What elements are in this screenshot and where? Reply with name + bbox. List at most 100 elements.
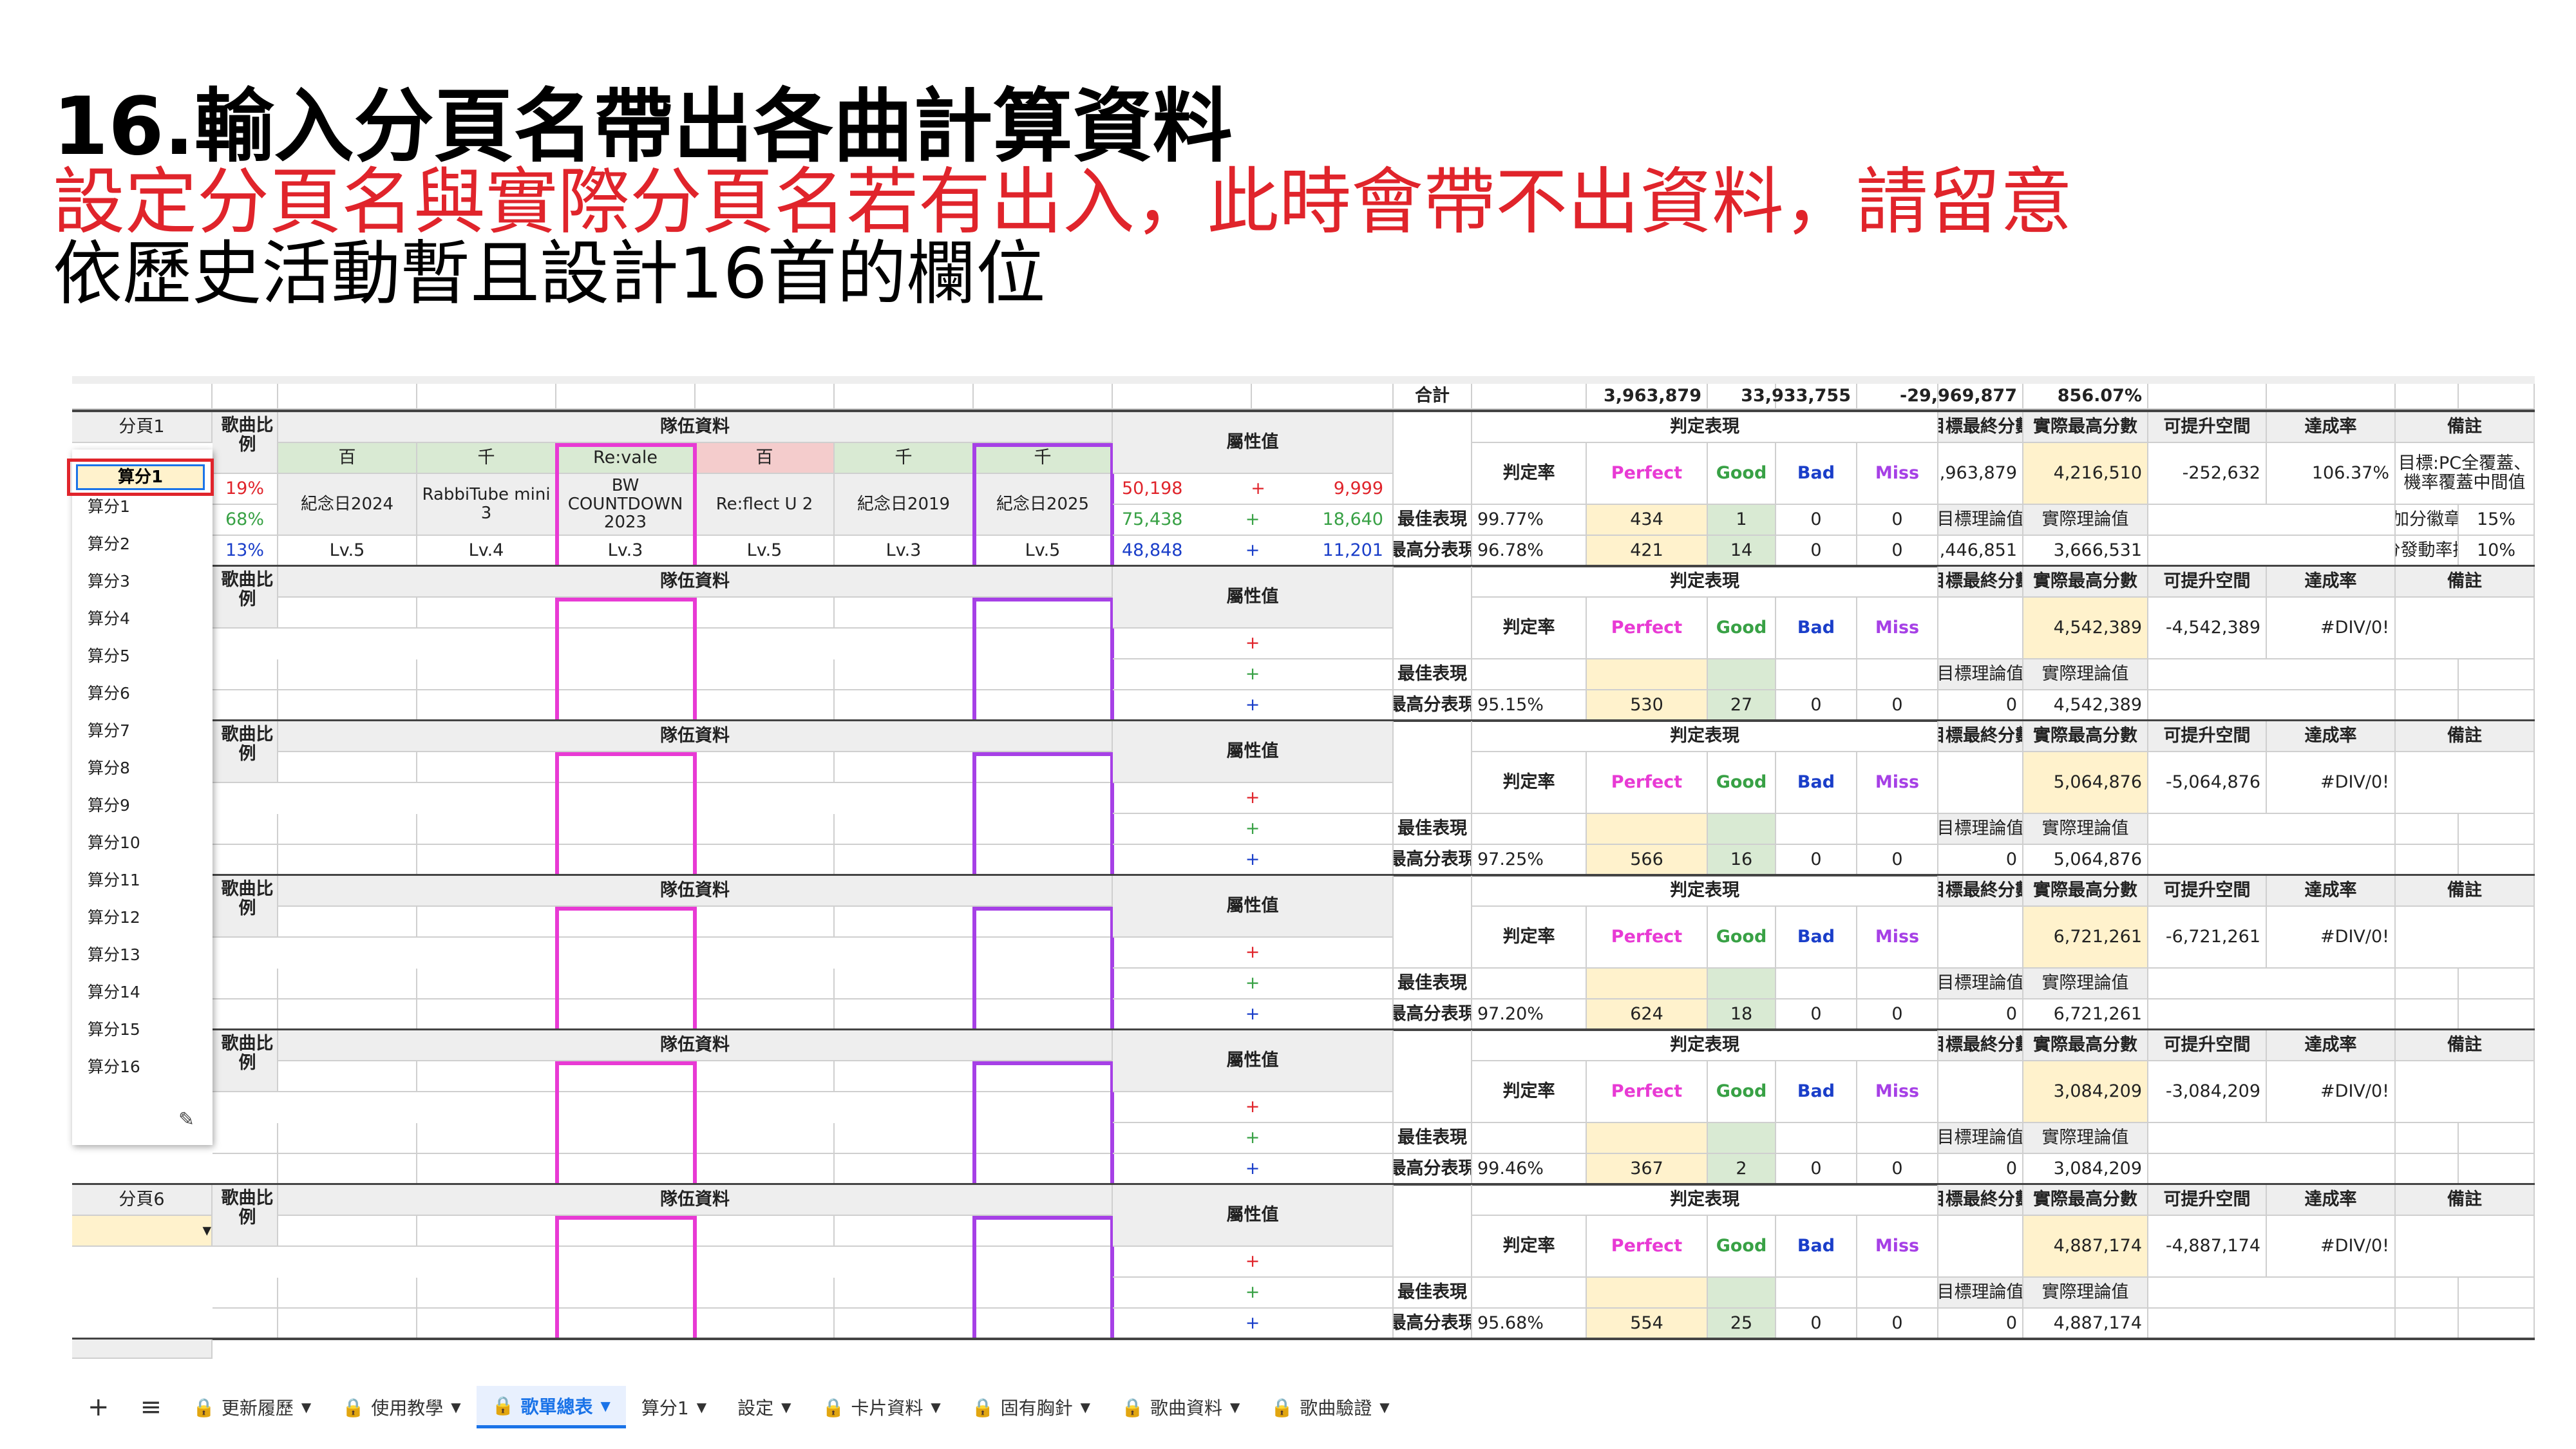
dropdown-item[interactable]: 算分6 <box>72 674 213 711</box>
ratio-cell <box>213 814 278 845</box>
achieve-header: 達成率 <box>2267 412 2396 443</box>
card-type-3: 百 <box>696 443 835 474</box>
dropdown-item[interactable]: 算分2 <box>72 524 213 562</box>
selected-sheet-cell[interactable]: 算分1 <box>67 459 214 496</box>
team-slot <box>835 907 974 938</box>
team-slot <box>696 907 835 938</box>
chevron-down-icon[interactable]: ▼ <box>781 1399 791 1415</box>
empty-cell <box>2459 1123 2535 1154</box>
dropdown-item[interactable]: 算分14 <box>72 972 213 1010</box>
sheet-tab-1[interactable]: 🔒 使用教學 ▼ <box>327 1386 476 1428</box>
target-final-header: 目標最終分數 <box>1938 412 2023 443</box>
selected-sheet-value[interactable]: 算分1 <box>76 464 205 490</box>
empty-cell <box>2148 814 2396 845</box>
dropdown-item[interactable]: 算分10 <box>72 823 213 860</box>
dropdown-item[interactable]: 算分16 <box>72 1047 213 1084</box>
dropdown-item[interactable]: 算分8 <box>72 748 213 786</box>
judge-col-4: Miss <box>1857 1061 1938 1123</box>
improve-header: 可提升空間 <box>2148 567 2267 598</box>
ratio-cell <box>213 845 278 876</box>
memo-header: 備註 <box>2396 1185 2535 1216</box>
target-theory-label: 目標理論值 <box>1938 659 2023 690</box>
sheet-tab-4[interactable]: 設定 ▼ <box>722 1386 806 1428</box>
chevron-down-icon[interactable]: ▼ <box>697 1399 706 1415</box>
judge-col-4: Miss <box>1857 907 1938 969</box>
dropdown-item[interactable]: 算分9 <box>72 786 213 823</box>
dropdown-item[interactable]: 算分7 <box>72 711 213 748</box>
actual-theory-value: 3,084,209 <box>2023 1154 2148 1185</box>
page-select-cell[interactable]: ▾ <box>72 1216 213 1247</box>
sheet-tab-2[interactable]: 🔒 歌單總表 ▼ <box>476 1386 626 1428</box>
best-perf-label: 最佳表現 <box>1394 505 1472 536</box>
chevron-down-icon[interactable]: ▼ <box>1230 1399 1240 1415</box>
chevron-down-icon[interactable]: ▼ <box>600 1398 610 1414</box>
actual-max-header: 實際最高分數 <box>2023 412 2148 443</box>
song-ratio-label: 歌曲比例 <box>213 876 278 938</box>
team-slot <box>278 752 417 783</box>
maxp-4: 0 <box>1857 1309 1938 1340</box>
sheet-tab-5[interactable]: 🔒 卡片資料 ▼ <box>807 1386 956 1428</box>
achieve-value: #DIV/0! <box>2267 752 2396 814</box>
team-slot <box>974 690 1113 721</box>
sheet-tab-3[interactable]: 算分1 ▼ <box>626 1386 722 1428</box>
chevron-down-icon[interactable]: ▼ <box>931 1399 940 1415</box>
chevron-down-icon[interactable]: ▼ <box>301 1399 311 1415</box>
judge-col-2: Good <box>1708 443 1776 505</box>
dropdown-item[interactable]: 算分5 <box>72 636 213 674</box>
chevron-down-icon[interactable]: ▼ <box>451 1399 460 1415</box>
total-value-1: 3,963,879 <box>1472 384 1708 410</box>
sheet-tab-0[interactable]: 🔒 更新履歷 ▼ <box>177 1386 327 1428</box>
attr-header: 屬性值 <box>1113 876 1394 938</box>
spreadsheet-grid[interactable]: 合計 3,963,879 33,933,755 -29,969,877 856.07% 分… <box>72 376 2535 1368</box>
improve-value: -252,632 <box>2148 443 2267 505</box>
judge-col-3: Bad <box>1776 443 1857 505</box>
empty-cell <box>2459 384 2535 410</box>
highlight-border <box>555 598 559 721</box>
dropdown-item[interactable]: 算分12 <box>72 898 213 935</box>
team-slot <box>278 1309 417 1340</box>
highlight-border <box>974 1216 1113 1220</box>
judge-perf-header: 判定表現 <box>1472 567 1938 598</box>
ratio-cell <box>213 999 278 1030</box>
achieve-header: 達成率 <box>2267 1185 2396 1216</box>
maxp-2: 27 <box>1708 690 1776 721</box>
chevron-down-icon[interactable]: ▼ <box>1081 1399 1090 1415</box>
maxp-4: 0 <box>1857 536 1938 567</box>
empty-cell <box>2148 536 2396 567</box>
best-perf-label: 最佳表現 <box>1394 969 1472 999</box>
empty-cell <box>2396 1123 2459 1154</box>
dropdown-item[interactable]: 算分11 <box>72 860 213 898</box>
actual-max-header: 實際最高分數 <box>2023 1030 2148 1061</box>
team-slot <box>417 1154 556 1185</box>
add-sheet-icon[interactable]: + <box>72 1386 125 1428</box>
attr-row: + <box>1113 783 1394 814</box>
target-theory-label: 目標理論值 <box>1938 814 2023 845</box>
actual-theory-label: 實際理論值 <box>2023 1123 2148 1154</box>
chevron-down-icon[interactable]: ▼ <box>1379 1399 1389 1415</box>
attr-row: + <box>1113 1092 1394 1123</box>
highlight-border <box>972 598 976 721</box>
team-slot <box>417 1278 556 1309</box>
actual-theory-label: 實際理論值 <box>2023 814 2148 845</box>
target-theory-label: 目標理論值 <box>1938 1123 2023 1154</box>
judge-col-1: Perfect <box>1587 1216 1708 1278</box>
judge-perf-header: 判定表現 <box>1472 876 1938 907</box>
dropdown-item[interactable]: 算分4 <box>72 599 213 636</box>
empty-cell <box>1394 721 1472 814</box>
actual-theory-label: 實際理論值 <box>2023 969 2148 999</box>
empty-cell <box>1394 1030 1472 1123</box>
dropdown-item[interactable]: 算分3 <box>72 562 213 599</box>
sheet-name-dropdown[interactable]: 算分1 算分2 算分3 算分4 算分5 算分6 算分7 算分8 算分9 算分10 算分11 算分12 算… <box>72 450 213 1145</box>
sheet-tab-7[interactable]: 🔒 歌曲資料 ▼ <box>1106 1386 1255 1428</box>
target-final-header: 目標最終分數 <box>1938 721 2023 752</box>
all-sheets-icon[interactable]: ≡ <box>125 1386 178 1428</box>
dropdown-item[interactable]: 算分15 <box>72 1010 213 1047</box>
target-theory-value: 0 <box>1938 1309 2023 1340</box>
dropdown-item[interactable]: 算分13 <box>72 935 213 972</box>
pencil-icon[interactable]: ✎ <box>178 1108 194 1131</box>
empty-cell <box>2148 999 2396 1030</box>
maxp-2: 2 <box>1708 1154 1776 1185</box>
sheet-tab-8[interactable]: 🔒 歌曲驗證 ▼ <box>1255 1386 1405 1428</box>
sheet-tab-6[interactable]: 🔒 固有胸針 ▼ <box>956 1386 1106 1428</box>
memo-header: 備註 <box>2396 567 2535 598</box>
